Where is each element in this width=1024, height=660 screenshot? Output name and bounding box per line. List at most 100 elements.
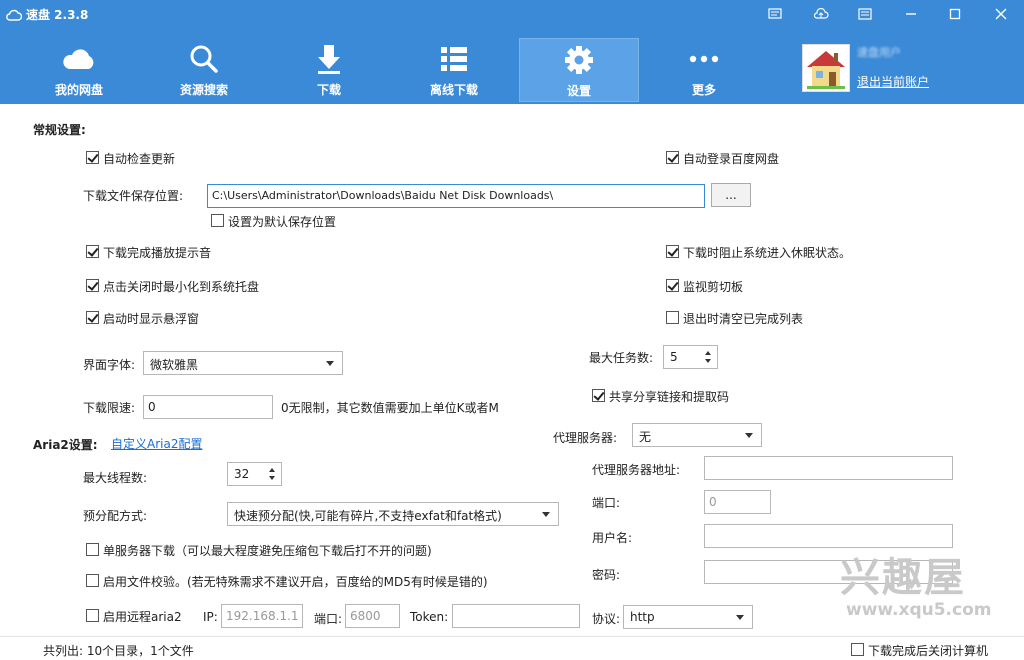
protocol-select-value: http xyxy=(630,610,655,624)
aria2-settings-heading: Aria2设置: xyxy=(33,438,98,452)
remote-ip-input[interactable]: 192.168.1.1 xyxy=(221,604,303,628)
proxy-port-label: 端口: xyxy=(592,496,621,510)
max-tasks-label: 最大任务数: xyxy=(589,351,654,365)
proxy-username-input[interactable] xyxy=(704,524,953,548)
search-icon xyxy=(144,42,264,76)
tab-label: 资源搜索 xyxy=(179,83,228,97)
tab-settings[interactable]: 设置 xyxy=(519,38,639,102)
prealloc-select-value: 快速预分配(快,可能有碎片,不支持exfat和fat格式) xyxy=(234,509,502,523)
user-name: 速盘用户 xyxy=(857,46,901,59)
tab-download[interactable]: 下载 xyxy=(269,38,389,102)
house-avatar-icon xyxy=(803,45,849,91)
single-server-label: 单服务器下载（可以最大程度避免压缩包下载后打不开的问题) xyxy=(103,544,432,558)
auto-check-update-checkbox[interactable] xyxy=(86,151,99,164)
cloud-logo-icon xyxy=(6,9,22,21)
shutdown-checkbox[interactable] xyxy=(851,643,864,656)
speed-limit-hint: 0无限制，其它数值需要加上单位K或者M xyxy=(281,401,499,415)
spin-up-icon[interactable] xyxy=(705,351,711,355)
max-tasks-value: 5 xyxy=(670,350,678,364)
shutdown-label: 下载完成后关闭计算机 xyxy=(868,644,989,658)
close-icon[interactable] xyxy=(986,2,1016,26)
font-select[interactable]: 微软雅黑 xyxy=(143,351,343,375)
tab-label: 下载 xyxy=(316,83,341,97)
browse-button[interactable]: ... xyxy=(711,183,751,207)
token-label: Token: xyxy=(410,610,449,624)
play-sound-label: 下载完成播放提示音 xyxy=(103,246,212,260)
watch-clipboard-label: 监视剪切板 xyxy=(683,280,744,294)
spin-down-icon[interactable] xyxy=(269,476,275,480)
float-window-checkbox[interactable] xyxy=(86,311,99,324)
save-path-input[interactable]: C:\Users\Administrator\Downloads\Baidu N… xyxy=(207,184,705,208)
font-label: 界面字体: xyxy=(83,358,136,372)
remote-port-input[interactable]: 6800 xyxy=(345,604,400,628)
custom-aria2-link[interactable]: 自定义Aria2配置 xyxy=(111,435,202,452)
protocol-label: 协议: xyxy=(592,612,621,626)
tab-label: 更多 xyxy=(691,83,716,97)
play-sound-checkbox[interactable] xyxy=(86,245,99,258)
tab-my-netdisk[interactable]: 我的网盘 xyxy=(19,38,139,102)
verify-label: 启用文件校验。(若无特殊需求不建议开启，百度给的MD5有时候是错的) xyxy=(103,575,488,589)
avatar[interactable] xyxy=(802,44,850,92)
prevent-sleep-label: 下载时阻止系统进入休眠状态。 xyxy=(683,246,852,260)
minimize-tray-label: 点击关闭时最小化到系统托盘 xyxy=(103,280,260,294)
proxy-label: 代理服务器: xyxy=(553,431,618,445)
spin-down-icon[interactable] xyxy=(705,359,711,363)
verify-checkbox[interactable] xyxy=(86,574,99,587)
chevron-down-icon xyxy=(542,512,550,517)
tab-resource-search[interactable]: 资源搜索 xyxy=(144,38,264,102)
chevron-down-icon xyxy=(326,361,334,366)
token-input[interactable] xyxy=(452,604,580,628)
remote-aria2-checkbox[interactable] xyxy=(86,609,99,622)
app-title: 速盘 2.3.8 xyxy=(6,6,88,23)
maximize-icon[interactable] xyxy=(940,2,970,26)
chevron-down-icon xyxy=(736,615,744,620)
prealloc-select[interactable]: 快速预分配(快,可能有碎片,不支持exfat和fat格式) xyxy=(227,502,559,526)
proxy-password-label: 密码: xyxy=(592,568,621,582)
gear-icon xyxy=(520,43,638,77)
watch-clipboard-checkbox[interactable] xyxy=(666,279,679,292)
download-icon xyxy=(269,42,389,76)
chevron-down-icon xyxy=(745,433,753,438)
auto-check-update-label: 自动检查更新 xyxy=(103,152,176,166)
watermark-text: 兴趣屋 xyxy=(840,555,966,601)
proxy-address-input[interactable] xyxy=(704,456,953,480)
remote-aria2-label: 启用远程aria2 xyxy=(103,610,182,624)
header-bar: 速盘 2.3.8 我的网盘 资源搜索 下载 离线下载 设置 更多 速盘用户 退出… xyxy=(0,0,1024,104)
share-link-checkbox[interactable] xyxy=(592,389,605,402)
auto-login-label: 自动登录百度网盘 xyxy=(683,152,780,166)
auto-login-checkbox[interactable] xyxy=(666,151,679,164)
single-server-checkbox[interactable] xyxy=(86,543,99,556)
tab-label: 我的网盘 xyxy=(54,83,103,97)
watermark-logo: 兴趣屋 www.xqu5.com xyxy=(840,556,991,620)
remote-port-label: 端口: xyxy=(314,612,343,626)
proxy-port-input[interactable]: 0 xyxy=(704,490,771,514)
more-icon xyxy=(644,42,764,76)
font-select-value: 微软雅黑 xyxy=(150,358,199,372)
speed-limit-input[interactable]: 0 xyxy=(143,395,273,419)
max-threads-stepper[interactable]: 32 xyxy=(227,462,282,486)
default-path-label: 设置为默认保存位置 xyxy=(228,215,337,229)
default-path-checkbox[interactable] xyxy=(211,214,224,227)
spin-up-icon[interactable] xyxy=(269,468,275,472)
max-tasks-stepper[interactable]: 5 xyxy=(663,345,718,369)
clear-completed-checkbox[interactable] xyxy=(666,311,679,324)
minimize-tray-checkbox[interactable] xyxy=(86,279,99,292)
speed-limit-label: 下载限速: xyxy=(83,401,136,415)
list-icon xyxy=(394,42,514,76)
float-window-label: 启动时显示悬浮窗 xyxy=(103,312,200,326)
proxy-select[interactable]: 无 xyxy=(632,423,762,447)
prevent-sleep-checkbox[interactable] xyxy=(666,245,679,258)
settings-menu-icon[interactable] xyxy=(850,2,880,26)
max-threads-value: 32 xyxy=(234,467,250,481)
tab-more[interactable]: 更多 xyxy=(644,38,764,102)
cloud-sync-icon[interactable] xyxy=(806,2,836,26)
skin-icon[interactable] xyxy=(760,2,790,26)
protocol-select[interactable]: http xyxy=(623,605,753,629)
proxy-select-value: 无 xyxy=(639,430,652,444)
tab-offline-download[interactable]: 离线下载 xyxy=(394,38,514,102)
remote-ip-label: IP: xyxy=(203,610,218,624)
minimize-icon[interactable] xyxy=(896,2,926,26)
proxy-address-label: 代理服务器地址: xyxy=(592,463,681,477)
tab-label: 离线下载 xyxy=(429,83,478,97)
logout-link[interactable]: 退出当前账户 xyxy=(857,73,929,90)
